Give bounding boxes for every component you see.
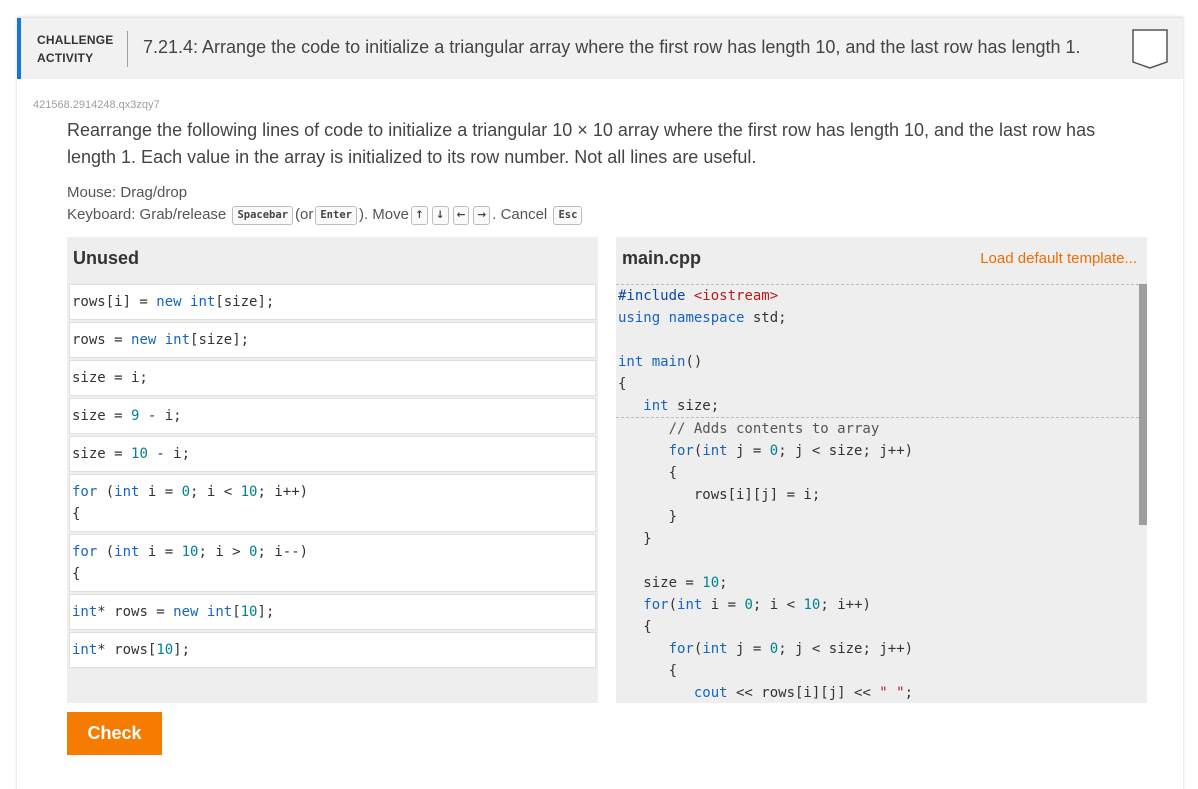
editor-code-line: size = 10; [618, 575, 728, 591]
code-block-line: for (int i = 0; i < 10; i++) [72, 484, 309, 500]
code-block-line: rows = new int[size]; [72, 332, 250, 348]
editor-code-line: using namespace std; [618, 310, 787, 326]
help-text: Mouse: Drag/drop Keyboard: Grab/release … [67, 182, 584, 226]
editor-code-line: for(int i = 0; i < 10; i++) [643, 597, 871, 613]
key-esc: Esc [553, 205, 583, 225]
activity-kind-line2: ACTIVITY [37, 51, 94, 65]
activity-header: CHALLENGE ACTIVITY 7.21.4: Arrange the c… [17, 18, 1183, 79]
key-enter: Enter [315, 205, 357, 225]
code-block[interactable]: int* rows[10]; [69, 632, 596, 668]
keyboard-help: Keyboard: Grab/release Spacebar (or Ente… [67, 204, 584, 226]
code-block[interactable]: size = 10 - i; [69, 436, 596, 472]
editor-code-line: cout << rows[i][j] << " "; [693, 685, 914, 701]
header-divider [127, 31, 128, 67]
code-block-line: rows[i] = new int[size]; [72, 294, 275, 310]
code-block-line: size = i; [72, 370, 148, 386]
code-block[interactable]: for (int i = 0; i < 10; i++) { [69, 474, 596, 532]
editor-code-line: int size; [643, 398, 720, 414]
key-up-icon: ↑ [410, 205, 428, 225]
key-right-icon: → [473, 205, 491, 225]
activity-kind-line1: CHALLENGE [37, 33, 114, 47]
editor-code-line: { [618, 619, 652, 635]
code-block[interactable]: size = i; [69, 360, 596, 396]
editor-filename: main.cpp [622, 248, 702, 268]
unused-title: Unused [73, 248, 140, 268]
mouse-help: Mouse: Drag/drop [67, 184, 188, 201]
code-block[interactable]: int* rows = new int[10]; [69, 594, 596, 630]
or-text: (or [295, 206, 314, 223]
editor-code-line: int main() [618, 354, 703, 370]
code-block-line: for (int i = 10; i > 0; i--) [72, 544, 309, 560]
cancel-text: . Cancel [492, 206, 548, 223]
editor-code-line: } [618, 531, 652, 547]
code-block[interactable]: size = 9 - i; [69, 398, 596, 434]
editor-code-line: #include <iostream> [616, 284, 1139, 307]
editor-code-line [616, 550, 1139, 572]
activity-kind: CHALLENGE ACTIVITY [37, 31, 113, 67]
key-down-icon: ↓ [431, 205, 449, 225]
activity-id: 421568.2914248.qx3zqy7 [33, 99, 160, 111]
load-default-template-link[interactable]: Load default template... [980, 250, 1137, 267]
check-button[interactable]: Check [67, 712, 162, 755]
editor-code-line: { [618, 663, 678, 679]
instructions-text: Rearrange the following lines of code to… [67, 120, 1096, 167]
editor-code-line: { [618, 376, 627, 392]
key-spacebar: Spacebar [232, 205, 294, 225]
code-block[interactable]: rows[i] = new int[size]; [69, 284, 596, 320]
code-block[interactable]: rows = new int[size]; [69, 322, 596, 358]
code-block-line: { [72, 506, 81, 522]
code-block-line: { [72, 566, 81, 582]
code-block-line: size = 10 - i; [72, 446, 191, 462]
editor-code-line: } [618, 509, 678, 525]
move-text: ). Move [358, 206, 409, 223]
activity-title: 7.21.4: Arrange the code to initialize a… [143, 37, 1081, 57]
editor-code-line: for(int j = 0; j < size; j++) [668, 443, 914, 459]
editor-code-line: rows[i][j] = i; [618, 487, 821, 503]
unused-blocks: rows[i] = new int[size]; rows = new int[s… [69, 284, 596, 670]
editor-code-line: for(int j = 0; j < size; j++) [668, 641, 914, 657]
code-editor-panel[interactable]: main.cpp Load default template... #inclu… [616, 237, 1147, 703]
keyboard-prefix: Keyboard: Grab/release [67, 206, 227, 223]
code-block[interactable]: for (int i = 10; i > 0; i--) { [69, 534, 596, 592]
editor-code[interactable]: #include <iostream> using namespace std; … [616, 284, 1139, 703]
header-accent-bar [17, 18, 21, 79]
unused-panel[interactable]: Unused rows[i] = new int[size]; rows = ne… [67, 237, 598, 703]
editor-scrollbar[interactable] [1139, 284, 1147, 525]
code-block-line: int* rows[10]; [72, 642, 191, 658]
code-block-line: size = 9 - i; [72, 408, 182, 424]
challenge-card: CHALLENGE ACTIVITY 7.21.4: Arrange the c… [17, 17, 1183, 789]
editor-code-line: { [618, 465, 678, 481]
completion-badge-icon [1132, 29, 1168, 69]
editor-code-line [616, 329, 1139, 351]
code-block-line: int* rows = new int[10]; [72, 604, 275, 620]
key-left-icon: ← [452, 205, 470, 225]
editor-code-line: // Adds contents to array [616, 417, 1139, 440]
